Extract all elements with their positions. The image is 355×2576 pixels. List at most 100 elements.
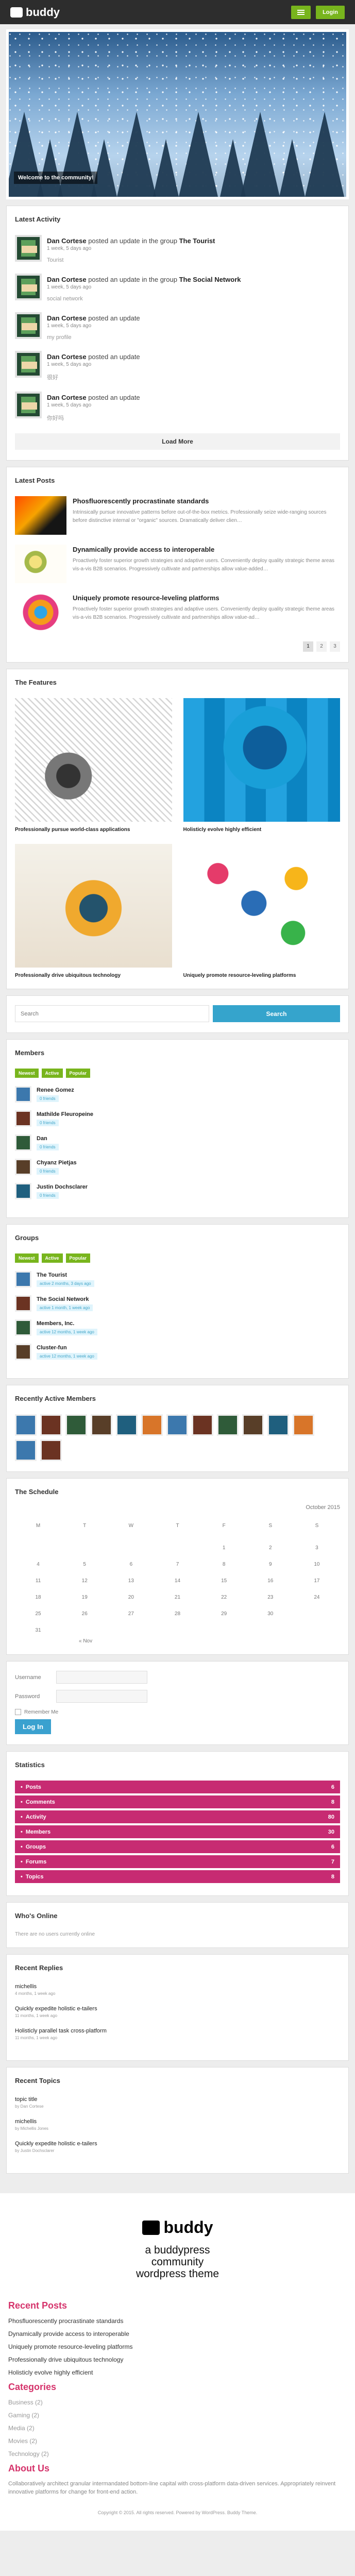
- search-input[interactable]: [15, 1005, 209, 1022]
- feature-card[interactable]: Holisticly evolve highly efficient: [183, 698, 340, 833]
- recent-member-avatar[interactable]: [40, 1439, 62, 1461]
- member-item[interactable]: Chyanz Pietjas 0 friends: [15, 1159, 340, 1175]
- footer-post-link[interactable]: Holisticly evolve highly efficient: [8, 2369, 347, 2376]
- user-avatar[interactable]: [15, 312, 42, 339]
- recent_topics-title[interactable]: Quickly expedite holistic e-tailers: [15, 2141, 340, 2147]
- post-title-link[interactable]: Phosfluorescently procrastinate standard…: [73, 497, 340, 505]
- avatar[interactable]: [15, 1319, 31, 1336]
- recent-member-avatar[interactable]: [166, 1414, 188, 1436]
- pagination-page[interactable]: 1: [303, 641, 313, 652]
- footer-category-link[interactable]: Movies (2): [8, 2437, 347, 2445]
- activity-target-link[interactable]: The Tourist: [179, 237, 215, 245]
- recent_replies-title[interactable]: Quickly expedite holistic e-tailers: [15, 2006, 340, 2012]
- member-name[interactable]: Dan: [37, 1136, 59, 1142]
- footer-category-link[interactable]: Business (2): [8, 2399, 347, 2406]
- avatar[interactable]: [15, 1110, 31, 1127]
- recent-member-avatar[interactable]: [15, 1414, 37, 1436]
- footer-post-link[interactable]: Uniquely promote resource-leveling platf…: [8, 2343, 347, 2350]
- user-avatar[interactable]: [15, 274, 42, 300]
- member-name[interactable]: Renee Gomez: [37, 1087, 74, 1093]
- activity-target-link[interactable]: The Social Network: [179, 276, 241, 283]
- member-name[interactable]: Chyanz Pietjas: [37, 1160, 77, 1166]
- recent-member-avatar[interactable]: [116, 1414, 138, 1436]
- member-item[interactable]: Justin Dochsclarer 0 friends: [15, 1183, 340, 1199]
- password-field[interactable]: [56, 1690, 147, 1703]
- recent_replies-item[interactable]: michellis 4 months, 1 week ago: [15, 1984, 340, 1996]
- member-name[interactable]: Mathilde Fleuropeine: [37, 1111, 93, 1117]
- footer-post-link[interactable]: Phosfluorescently procrastinate standard…: [8, 2317, 347, 2325]
- remember-me[interactable]: Remember Me: [15, 1709, 340, 1715]
- footer-category-name[interactable]: Business: [8, 2399, 33, 2406]
- members-filter-active[interactable]: Active: [41, 1069, 63, 1078]
- recent-member-avatar[interactable]: [217, 1414, 239, 1436]
- footer-category-name[interactable]: Movies: [8, 2437, 28, 2445]
- search-button[interactable]: Search: [213, 1005, 340, 1022]
- recent_topics-item[interactable]: topic title by Dan Cortese: [15, 2096, 340, 2109]
- site-logo[interactable]: buddy: [10, 6, 60, 19]
- login-submit-button[interactable]: Log In: [15, 1719, 51, 1734]
- recent_replies-title[interactable]: michellis: [15, 1984, 340, 1990]
- login-button[interactable]: Login: [316, 5, 345, 19]
- group-name[interactable]: Members, Inc.: [37, 1320, 97, 1327]
- members-filter-popular[interactable]: Popular: [65, 1069, 91, 1078]
- members-filter-newest[interactable]: Newest: [15, 1069, 39, 1078]
- recent_replies-item[interactable]: Holisticly parallel task cross-platform 1…: [15, 2028, 340, 2040]
- avatar[interactable]: [15, 1086, 31, 1103]
- username-field[interactable]: [56, 1671, 147, 1684]
- groups-filter-active[interactable]: Active: [41, 1253, 63, 1263]
- groups-filter-popular[interactable]: Popular: [65, 1253, 91, 1263]
- activity-user-link[interactable]: Dan Cortese: [47, 314, 87, 322]
- member-item[interactable]: Dan 0 friends: [15, 1134, 340, 1151]
- footer-logo[interactable]: buddy: [8, 2218, 347, 2237]
- activity-user-link[interactable]: Dan Cortese: [47, 237, 87, 245]
- groups-filter-newest[interactable]: Newest: [15, 1253, 39, 1263]
- group-item[interactable]: Cluster-fun active 12 months, 1 week ago: [15, 1344, 340, 1360]
- recent_topics-item[interactable]: michellis by Michellis Jones: [15, 2119, 340, 2131]
- recent-member-avatar[interactable]: [65, 1414, 87, 1436]
- recent_topics-item[interactable]: Quickly expedite holistic e-tailers by Ju…: [15, 2141, 340, 2153]
- recent-member-avatar[interactable]: [141, 1414, 163, 1436]
- post-thumbnail[interactable]: [15, 496, 66, 535]
- group-name[interactable]: The Social Network: [37, 1296, 93, 1302]
- footer-category-name[interactable]: Media: [8, 2425, 25, 2432]
- recent_topics-title[interactable]: michellis: [15, 2119, 340, 2125]
- load-more-button[interactable]: Load More: [15, 433, 340, 450]
- recent-member-avatar[interactable]: [40, 1414, 62, 1436]
- feature-card[interactable]: Uniquely promote resource-leveling platf…: [183, 844, 340, 978]
- avatar[interactable]: [15, 1159, 31, 1175]
- recent-member-avatar[interactable]: [91, 1414, 112, 1436]
- group-item[interactable]: The Tourist active 2 months, 3 days ago: [15, 1271, 340, 1287]
- member-item[interactable]: Renee Gomez 0 friends: [15, 1086, 340, 1103]
- post-thumbnail[interactable]: [15, 545, 66, 583]
- footer-post-link[interactable]: Dynamically provide access to interopera…: [8, 2330, 347, 2337]
- menu-button[interactable]: [291, 5, 311, 19]
- recent_replies-title[interactable]: Holisticly parallel task cross-platform: [15, 2028, 340, 2034]
- pagination-page[interactable]: 3: [330, 641, 340, 652]
- recent-member-avatar[interactable]: [15, 1439, 37, 1461]
- activity-user-link[interactable]: Dan Cortese: [47, 353, 87, 361]
- member-item[interactable]: Mathilde Fleuropeine 0 friends: [15, 1110, 340, 1127]
- remember-me-checkbox[interactable]: [15, 1709, 21, 1715]
- avatar[interactable]: [15, 1183, 31, 1199]
- avatar[interactable]: [15, 1134, 31, 1151]
- recent-member-avatar[interactable]: [293, 1414, 314, 1436]
- post-title-link[interactable]: Dynamically provide access to interopera…: [73, 546, 340, 553]
- recent_topics-title[interactable]: topic title: [15, 2096, 340, 2103]
- activity-user-link[interactable]: Dan Cortese: [47, 276, 87, 283]
- recent-member-avatar[interactable]: [267, 1414, 289, 1436]
- footer-category-link[interactable]: Technology (2): [8, 2450, 347, 2458]
- recent_replies-item[interactable]: Quickly expedite holistic e-tailers 11 mo…: [15, 2006, 340, 2018]
- recent-member-avatar[interactable]: [192, 1414, 213, 1436]
- footer-category-link[interactable]: Gaming (2): [8, 2412, 347, 2419]
- user-avatar[interactable]: [15, 392, 42, 418]
- feature-card[interactable]: Professionally pursue world-class applic…: [15, 698, 172, 833]
- user-avatar[interactable]: [15, 351, 42, 378]
- activity-user-link[interactable]: Dan Cortese: [47, 394, 87, 401]
- group-name[interactable]: Cluster-fun: [37, 1345, 97, 1351]
- post-thumbnail[interactable]: [15, 593, 66, 632]
- footer-category-link[interactable]: Media (2): [8, 2425, 347, 2432]
- user-avatar[interactable]: [15, 235, 42, 262]
- calendar-previous-link[interactable]: « Nov: [79, 1638, 340, 1644]
- recent-member-avatar[interactable]: [242, 1414, 264, 1436]
- feature-card[interactable]: Professionally drive ubiquitous technolo…: [15, 844, 172, 978]
